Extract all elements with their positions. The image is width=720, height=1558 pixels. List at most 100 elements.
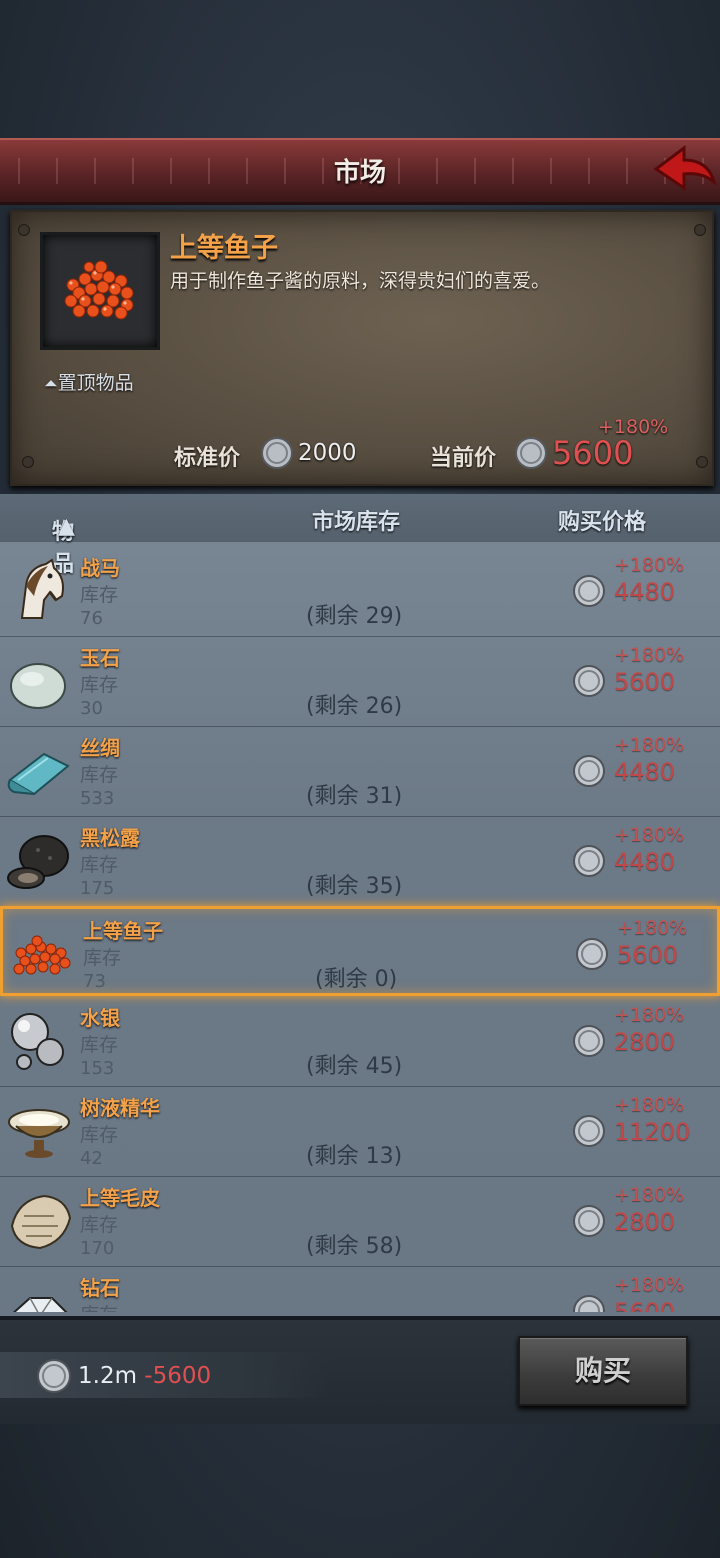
caviar-icon [40,232,160,350]
item-price-change: +180% [614,554,685,576]
item-price-change: +180% [617,917,688,939]
list-item[interactable]: 树液精华 库存 42 (剩余 13) +180% 11200 [0,1086,720,1177]
list-item[interactable]: 丝绸 库存 533 (剩余 31) +180% 4480 [0,726,720,817]
item-name: 上等毛皮 [80,1186,160,1210]
wallet-amount: 1.2m -5600 [78,1363,211,1389]
item-name: 树液精华 [80,1096,160,1120]
item-stock-value: 175 [80,878,115,899]
item-stock-value: 30 [80,698,103,719]
caviar-icon [7,919,77,989]
item-market-remaining: (剩余 58) [306,1234,403,1259]
item-stock-label: 库存 [80,1124,119,1146]
item-stock-label: 库存 [80,1300,118,1312]
current-price-value: 5600 [552,434,634,472]
item-market-remaining: (剩余 29) [306,604,403,629]
item-stock-value: 170 [80,1238,115,1259]
item-name: 战马 [80,556,120,580]
silver-coin-icon [572,1114,606,1152]
item-price-change: +180% [614,824,685,846]
standard-price-label: 标准价 [174,446,241,471]
item-price: 5600 [617,941,679,969]
detail-item-name: 上等鱼子 [170,233,278,264]
truffle-icon [4,826,74,896]
list-item[interactable]: 水银 库存 153 (剩余 45) +180% 2800 [0,996,720,1087]
list-item-selected[interactable]: 上等鱼子 库存 73 (剩余 0) +180% 5600 [0,906,720,996]
page-title: 市场 [333,158,386,188]
item-stock-label: 库存 [83,947,122,969]
column-stock-header: 市场库存 [312,510,401,535]
item-price: 2800 [614,1208,676,1236]
item-stock-value: 153 [80,1058,115,1079]
item-stock-value: 73 [83,971,106,992]
item-price-change: +180% [614,734,685,756]
item-stock-label: 库存 [80,764,119,786]
detail-item-description: 用于制作鱼子酱的原料，深得贵妇们的喜爱。 [170,270,551,292]
item-price: 4480 [614,758,676,786]
item-price-change: +180% [614,1184,685,1206]
wallet-delta: -5600 [144,1363,212,1389]
item-price-change: +180% [614,1004,685,1026]
silver-coin-icon [36,1358,72,1398]
silver-coin-icon [572,844,606,882]
item-stock-value: 76 [80,608,103,629]
column-price-header: 购买价格 [558,510,647,535]
current-price-label: 当前价 [430,446,497,471]
item-price-change: +180% [614,1274,685,1296]
item-market-remaining: (剩余 31) [306,784,403,809]
item-name: 钻石 [80,1276,120,1300]
item-stock-label: 库存 [80,584,119,606]
silver-coin-icon [260,436,294,474]
list-item[interactable]: 上等毛皮 库存 170 (剩余 58) +180% 2800 [0,1176,720,1267]
fur-icon [4,1186,74,1256]
item-price: 5600 [614,668,676,696]
standard-price-value: 2000 [298,440,357,466]
back-arrow-icon[interactable] [650,142,718,196]
item-price: 2800 [614,1028,676,1056]
pin-item-label: 置顶物品 [57,372,134,394]
column-header-row: 物品 ▲ 市场库存 购买价格 [0,494,720,577]
item-price: 11200 [614,1118,691,1146]
item-name: 丝绸 [80,736,120,760]
item-price-change: +180% [614,644,685,666]
item-stock-label: 库存 [80,854,119,876]
horse-icon [4,556,74,626]
item-price: 5600 [614,1298,676,1312]
item-market-remaining: (剩余 13) [306,1144,403,1169]
list-item[interactable]: 钻石 库存 +180% 5600 [0,1266,720,1312]
item-price: 4480 [614,848,676,876]
item-name: 上等鱼子 [83,919,163,943]
item-market-remaining: (剩余 0) [315,967,398,992]
item-detail-card: 上等鱼子 用于制作鱼子酱的原料，深得贵妇们的喜爱。 ⏶置顶物品 标准价 2000… [10,210,714,486]
jade-icon [4,646,74,716]
list-item[interactable]: 玉石 库存 30 (剩余 26) +180% 5600 [0,636,720,727]
item-name: 玉石 [80,646,120,670]
silver-coin-icon [575,937,609,975]
item-stock-value: 42 [80,1148,103,1169]
buy-button[interactable]: 购买 [518,1336,688,1406]
item-name: 水银 [80,1006,120,1030]
item-stock-label: 库存 [80,1034,119,1056]
diamond-icon [4,1276,74,1312]
mercury-icon [4,1006,74,1076]
silver-coin-icon [572,574,606,612]
item-stock-value: 533 [80,788,115,809]
list-item[interactable]: 战马 库存 76 (剩余 29) +180% 4480 [0,546,720,637]
item-market-remaining: (剩余 35) [306,874,403,899]
silver-coin-icon [572,1204,606,1242]
sap-icon [4,1096,74,1166]
item-stock-label: 库存 [80,1214,119,1236]
silver-coin-icon [572,664,606,702]
sort-ascending-icon: ▲ [58,514,75,539]
item-name: 黑松露 [80,826,140,850]
wallet-balance: 1.2m [78,1363,137,1389]
item-market-remaining: (剩余 45) [306,1054,403,1079]
item-price: 4480 [614,578,676,606]
pin-item-button[interactable]: ⏶置顶物品 [44,368,134,395]
silver-coin-icon [572,754,606,792]
silk-icon [4,736,74,806]
item-list[interactable]: 战马 库存 76 (剩余 29) +180% 4480 玉石 库存 30 (剩余… [0,546,720,1312]
silver-coin-icon [572,1024,606,1062]
pin-top-icon: ⏶ [44,374,58,394]
item-stock-label: 库存 [80,674,119,696]
list-item[interactable]: 黑松露 库存 175 (剩余 35) +180% 4480 [0,816,720,907]
